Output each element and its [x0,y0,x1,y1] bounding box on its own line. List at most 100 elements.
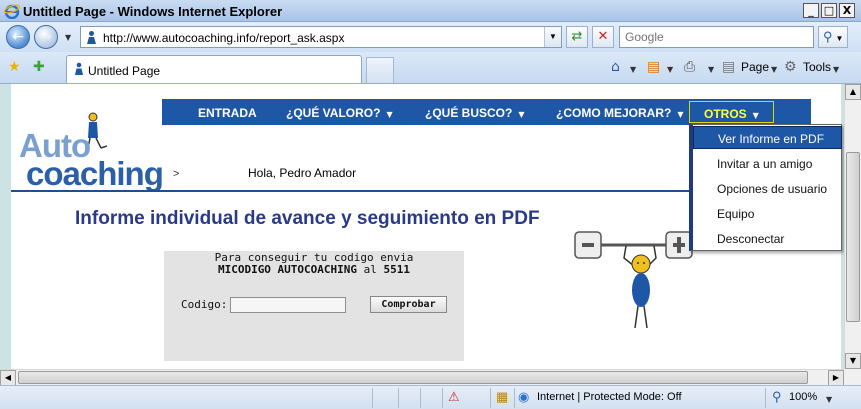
lock-icon: ▦ [496,389,509,404]
submenu-item-invitar-amigo[interactable]: Invitar a un amigo [693,151,842,176]
page-dropdown-icon[interactable]: ▼ [771,65,777,74]
nav-label: ¿QUÉ VALORO? [286,106,381,120]
logo-text-coaching: coaching [26,155,164,192]
gear-icon: ⚙ [784,59,797,75]
window-titlebar: Untitled Page - Windows Internet Explore… [0,0,861,22]
vertical-scroll-thumb[interactable] [846,152,860,322]
home-icon[interactable]: ⌂ [611,59,620,75]
globe-icon: ◉ [518,389,530,404]
sms-instructions: MICODIGO AUTOCOACHING al 5511 [164,263,464,276]
refresh-button[interactable]: ⇄ [566,26,588,48]
tab-favicon-icon [75,62,83,75]
zoom-dropdown-icon[interactable]: ▼ [826,395,832,404]
zone-status[interactable]: Internet | Protected Mode: Off [537,391,682,403]
code-request-panel: Para conseguir tu codigo envia MICODIGO … [164,251,464,361]
dropdown-arrow-icon: ▼ [752,111,759,120]
code-input[interactable] [230,297,346,313]
print-dropdown-icon[interactable]: ▼ [708,65,714,74]
url-text: http://www.autocoaching.info/report_ask.… [103,31,345,45]
submenu-item-equipo[interactable]: Equipo [693,201,842,226]
address-field[interactable]: http://www.autocoaching.info/report_ask.… [80,26,562,48]
nav-item-entrada[interactable]: ENTRADA [198,106,257,120]
page-title: Informe individual de avance y seguimien… [75,208,540,229]
zoom-level[interactable]: 100% [789,391,817,403]
horizontal-scrollbar[interactable]: ◀ ▶ [0,369,844,386]
code-label: Codigo: [181,298,228,311]
status-divider [398,388,399,408]
tab-label: Untitled Page [88,64,161,78]
horizontal-scroll-thumb[interactable] [18,371,808,384]
weightlifter-illustration [574,231,693,329]
new-tab-button[interactable] [366,57,394,83]
minimize-button[interactable]: _ [803,3,819,18]
submenu-item-opciones-usuario[interactable]: Opciones de usuario [693,176,842,201]
feeds-dropdown-icon[interactable]: ▼ [667,65,673,74]
maximize-button[interactable]: □ [821,3,837,18]
search-field[interactable] [619,26,814,48]
back-button[interactable]: ← [6,25,30,49]
vertical-scrollbar[interactable]: ▲ ▼ [844,84,861,369]
history-dropdown-icon[interactable]: ▼ [65,33,71,42]
sms-keyword: MICODIGO AUTOCOACHING [217,263,358,276]
status-bar: ⚠ ▦ ◉ Internet | Protected Mode: Off ⚲ 1… [0,385,861,409]
status-divider [514,388,515,408]
tab-untitled-page[interactable]: Untitled Page [66,55,362,83]
nav-item-que-valoro[interactable]: ¿QUÉ VALORO? ▼ [286,106,393,120]
otros-submenu: Ver Informe en PDF Invitar a un amigo Op… [689,124,842,251]
scroll-left-icon[interactable]: ◀ [0,370,16,386]
address-dropdown-icon[interactable]: ▼ [544,27,561,47]
add-favorite-icon[interactable]: ✚ [33,59,45,75]
nav-item-que-busco[interactable]: ¿QUÉ BUSCO? ▼ [425,106,525,120]
status-divider [420,388,421,408]
submenu-item-ver-informe[interactable]: Ver Informe en PDF [693,126,842,149]
autocoaching-logo[interactable]: Auto coaching [19,112,164,192]
feeds-icon[interactable]: ▤ [647,59,660,75]
refresh-icon: ⇄ [571,29,583,44]
search-input[interactable] [620,27,813,47]
dropdown-arrow-icon: ▼ [518,110,525,119]
favorites-star-icon[interactable]: ★ [8,59,21,75]
nav-label: ¿QUÉ BUSCO? [425,106,513,120]
page-icon: ▤ [722,59,736,75]
nav-item-como-mejorar[interactable]: ¿COMO MEJORAR? ▼ [556,106,684,120]
nav-label: OTROS [704,107,747,121]
scroll-up-icon[interactable]: ▲ [845,84,861,100]
stop-icon: ✕ [597,29,609,44]
address-toolbar: ← → ▼ http://www.autocoaching.info/repor… [0,22,861,52]
nav-label: ENTRADA [198,106,257,120]
home-dropdown-icon[interactable]: ▼ [630,65,636,74]
tab-toolbar: ★ ✚ Untitled Page ⌂ ▼ ▤ ▼ ⎙ ▼ ▤ Page ▼ ⚙… [0,52,861,84]
search-button[interactable]: ⚲ ▼ [818,26,848,48]
user-greeting: Hola, Pedro Amador [248,166,357,180]
page-menu-button[interactable]: Page [741,60,769,74]
dropdown-arrow-icon: ▼ [677,110,684,119]
close-window-button[interactable]: X [839,3,855,18]
status-divider [442,388,443,408]
submenu-item-desconectar[interactable]: Desconectar [693,226,842,251]
site-nav-bar: ENTRADA ¿QUÉ VALORO? ▼ ¿QUÉ BUSCO? ▼ ¿COMO… [162,99,811,125]
tools-dropdown-icon[interactable]: ▼ [833,65,839,74]
search-icon: ⚲ [823,29,833,44]
status-divider [372,388,373,408]
scroll-right-icon[interactable]: ▶ [828,370,844,386]
forward-button[interactable]: → [34,25,58,49]
stop-button[interactable]: ✕ [592,26,614,48]
back-arrow-icon: ← [12,29,24,45]
zoom-icon: ⚲ [772,389,782,404]
forward-arrow-icon: → [40,29,52,45]
status-divider [765,388,766,408]
sms-number: 5511 [383,263,411,276]
scroll-down-icon[interactable]: ▼ [845,353,861,369]
status-divider [490,388,491,408]
print-icon[interactable]: ⎙ [684,59,695,75]
sms-connector: al [363,263,377,276]
comprobar-button[interactable]: Comprobar [370,296,447,313]
nav-item-otros[interactable]: OTROS ▼ [689,101,774,123]
breadcrumb-separator: > [173,168,180,180]
site-favicon-icon [87,31,96,44]
scrollbar-corner [844,369,861,385]
tools-menu-button[interactable]: Tools [803,60,831,74]
window-title: Untitled Page - Windows Internet Explore… [23,4,283,19]
security-icon[interactable]: ⚠ [448,389,460,405]
internet-explorer-icon [4,4,20,19]
